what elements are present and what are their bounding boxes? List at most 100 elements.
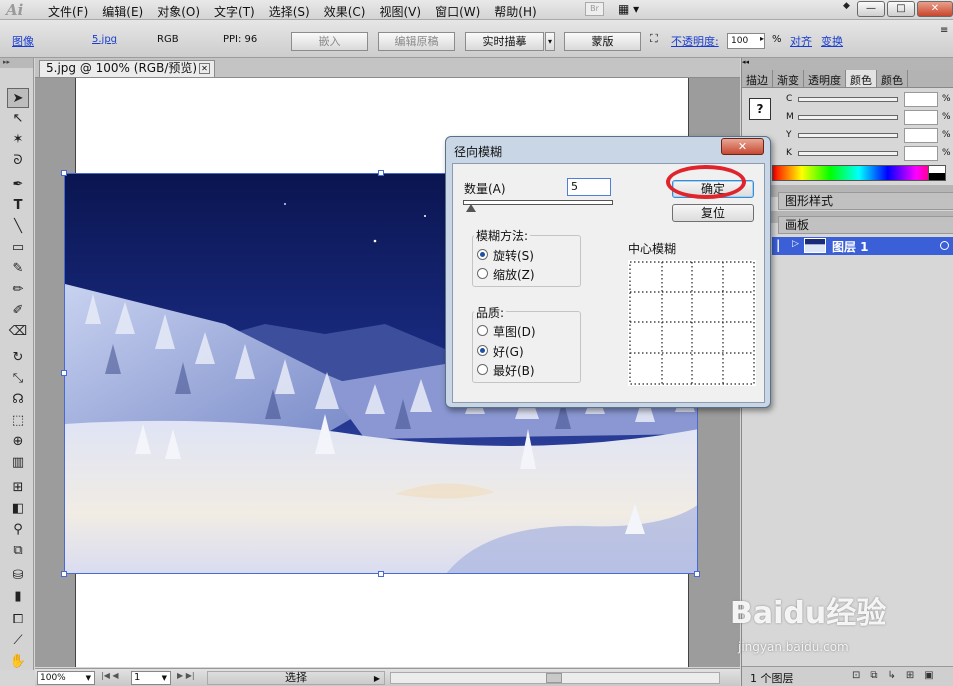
close-button[interactable]: ✕ [917,1,953,17]
menu-edit[interactable]: 编辑(E) [102,3,143,20]
horizontal-scrollbar[interactable] [390,672,720,684]
bridge-button[interactable]: Br [585,2,604,16]
expand-icon[interactable]: ▷ [792,239,799,249]
document-tab[interactable]: 5.jpg @ 100% (RGB/预览) ✕ [39,60,215,77]
menu-file[interactable]: 文件(F) [48,3,88,20]
blob-brush-tool-icon[interactable]: ✐ [7,301,29,321]
bounding-box-handle[interactable] [378,170,384,176]
status-menu-icon[interactable]: ▶ [374,673,380,685]
reset-button[interactable]: 复位 [672,204,754,222]
eyedropper-tool-icon[interactable]: ⚲ [7,520,29,540]
dialog-close-button[interactable]: ✕ [721,138,764,155]
mask-button[interactable]: 蒙版 [564,32,641,51]
bounding-box-handle[interactable] [694,571,700,577]
zoom-select[interactable]: 100% ▼ [37,671,95,685]
hand-tool-icon[interactable]: ✋ [7,652,29,672]
visibility-icon[interactable]: | [776,238,780,252]
mesh-tool-icon[interactable]: ⊞ [7,478,29,498]
next-artboard-icon[interactable]: ▶ ▶| [177,671,195,680]
direct-selection-tool-icon[interactable]: ↖ [7,109,29,129]
minimize-button[interactable]: — [857,1,885,17]
bounding-box-handle[interactable] [61,170,67,176]
shape-builder-tool-icon[interactable]: ⊕ [7,432,29,452]
filename-link[interactable]: 5.jpg [92,34,117,45]
tab-gradient[interactable]: 渐变 [773,70,804,87]
opacity-link[interactable]: 不透明度: [671,33,719,49]
black-input[interactable] [904,146,938,161]
layer-action-icons[interactable]: ⊡⧉↳⊞▣ [852,670,944,681]
amount-slider[interactable] [463,200,613,205]
edit-original-button[interactable]: 编辑原稿 [378,32,455,51]
live-trace-button[interactable]: 实时描摹 [465,32,544,51]
selection-tool-icon[interactable]: ➤ [7,88,29,108]
type-tool-icon[interactable]: T [7,196,29,216]
menu-view[interactable]: 视图(V) [379,3,421,20]
tab-color-2[interactable]: 颜色 [877,70,908,87]
magic-wand-tool-icon[interactable]: ✶ [7,130,29,150]
menu-help[interactable]: 帮助(H) [494,3,536,20]
rotate-tool-icon[interactable]: ↻ [7,348,29,368]
magenta-slider[interactable] [798,115,898,120]
arrange-documents-icon[interactable]: ▦ ▾ [618,2,648,17]
menu-window[interactable]: 窗口(W) [435,3,480,20]
line-tool-icon[interactable]: ╲ [7,217,29,237]
warp-tool-icon[interactable]: ☊ [7,390,29,410]
live-trace-dropdown-icon[interactable]: ▾ [545,32,555,51]
symbol-sprayer-tool-icon[interactable]: ⛁ [7,566,29,586]
close-tab-icon[interactable]: ✕ [199,63,210,74]
cyan-input[interactable] [904,92,938,107]
black-slider[interactable] [798,151,898,156]
lasso-tool-icon[interactable]: ᘐ [7,151,29,171]
cyan-slider[interactable] [798,97,898,102]
blur-center-preview[interactable] [628,260,756,386]
transform-link[interactable]: 变换 [821,33,843,49]
graphic-styles-tab[interactable]: 图形样式 [778,192,953,210]
restore-button[interactable]: □ [887,1,915,17]
fill-stroke-icon[interactable]: ? [749,98,771,120]
paintbrush-tool-icon[interactable]: ✎ [7,259,29,279]
panel-menu-icon[interactable]: ≡ [940,25,948,36]
gradient-tool-icon[interactable]: ◧ [7,499,29,519]
align-link[interactable]: 对齐 [790,33,812,49]
scrollbar-thumb[interactable] [546,673,562,683]
yellow-slider[interactable] [798,133,898,138]
slice-tool-icon[interactable]: ⟋ [7,631,29,651]
perspective-grid-tool-icon[interactable]: ▥ [7,453,29,473]
menu-effect[interactable]: 效果(C) [324,3,366,20]
chevron-down-icon[interactable]: ▼ [162,672,167,684]
first-artboard-icon[interactable]: |◀ ◀ [101,671,119,680]
status-display[interactable]: 选择 ▶ [207,671,385,685]
tab-color[interactable]: 颜色 [846,70,877,87]
workspace-switcher-icon[interactable]: ◆ [843,1,850,11]
free-transform-tool-icon[interactable]: ⬚ [7,411,29,431]
dock-grip[interactable]: ◂◂ [742,58,953,70]
bounding-box-handle[interactable] [378,571,384,577]
tab-stroke[interactable]: 描边 [742,70,773,87]
transform-grid-icon[interactable]: ⛶ [650,32,658,46]
yellow-input[interactable] [904,128,938,143]
tools-panel-grip[interactable]: ▸▸ [0,58,33,68]
color-spectrum[interactable] [772,165,946,181]
pencil-tool-icon[interactable]: ✏ [7,280,29,300]
object-kind-link[interactable]: 图像 [12,33,34,49]
blend-tool-icon[interactable]: ⧉ [7,541,29,561]
artboard-tool-icon[interactable]: ⧠ [7,610,29,630]
chevron-down-icon[interactable]: ▼ [86,672,91,684]
bounding-box-handle[interactable] [61,370,67,376]
opacity-arrow-icon[interactable]: ▸ [760,34,764,43]
menu-object[interactable]: 对象(O) [157,3,200,20]
bounding-box-handle[interactable] [61,571,67,577]
artboard-number-select[interactable]: 1 ▼ [131,671,171,685]
menu-type[interactable]: 文字(T) [214,3,255,20]
amount-input[interactable]: 5 [567,178,611,196]
black-white-swatch[interactable] [928,165,946,181]
column-graph-tool-icon[interactable]: ▮ [7,587,29,607]
embed-button[interactable]: 嵌入 [291,32,368,51]
magenta-input[interactable] [904,110,938,125]
eraser-tool-icon[interactable]: ⌫ [7,322,29,342]
menu-select[interactable]: 选择(S) [269,3,310,20]
pen-tool-icon[interactable]: ✒ [7,175,29,195]
artboards-tab[interactable]: 画板 [778,216,953,234]
layer-row[interactable]: | ▷ 图层 1 [772,237,953,255]
amount-slider-thumb[interactable] [465,204,476,212]
